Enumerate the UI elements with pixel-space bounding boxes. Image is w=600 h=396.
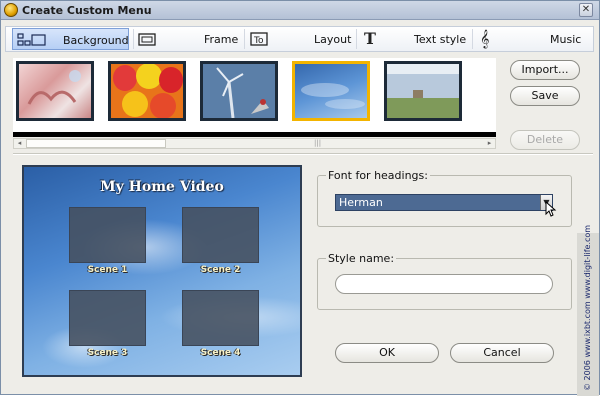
background-icon	[17, 33, 46, 46]
thumbnail-field[interactable]	[384, 61, 462, 121]
thumbnail-windmill[interactable]	[200, 61, 278, 121]
thumbnail-pink-bow-art	[27, 70, 81, 105]
title-bar[interactable]: Create Custom Menu ✕	[1, 1, 599, 20]
mouse-cursor-icon	[545, 201, 557, 217]
thumbnail-balloons-art	[111, 63, 183, 119]
thumbnail-field-art	[387, 64, 459, 118]
tab-separator	[356, 29, 357, 49]
copyright-watermark: © 2006 www.ixbt.com www.digit-life.com	[577, 224, 599, 396]
close-button[interactable]: ✕	[579, 3, 593, 17]
background-thumbnail-strip	[13, 58, 496, 135]
scene-thumbnail	[69, 290, 146, 346]
tab-layout[interactable]: To Layout	[246, 28, 352, 50]
tab-text-style[interactable]: T Text style	[358, 28, 468, 50]
scene-label: Scene 2	[200, 265, 241, 275]
tab-separator	[244, 29, 245, 49]
tab-bar: Background Frame To Layout T Text style	[5, 26, 594, 52]
scene-thumbnail	[182, 290, 259, 346]
tab-frame[interactable]: Frame	[134, 28, 240, 50]
cancel-button[interactable]: Cancel	[450, 343, 554, 363]
thumbnail-blue-sky-art	[301, 83, 365, 109]
layout-icon: To	[250, 32, 268, 46]
svg-text:To: To	[253, 36, 264, 46]
scene-thumbnail	[69, 207, 146, 263]
tab-separator	[472, 29, 473, 49]
save-button[interactable]: Save	[510, 86, 580, 106]
tab-layout-label: Layout	[314, 33, 352, 46]
frame-icon	[138, 33, 156, 46]
preview-title: My Home Video	[100, 179, 224, 195]
scene-label: Scene 3	[87, 348, 128, 358]
scrollbar-thumb[interactable]	[26, 139, 166, 148]
scene-label: Scene 4	[200, 348, 241, 358]
copyright-text: © 2006 www.ixbt.com www.digit-life.com	[583, 224, 592, 391]
menu-preview: My Home Video Scene 1 Scene 2 Scene 3 Sc…	[22, 165, 302, 377]
scrollbar-grip: |||	[314, 139, 322, 147]
font-for-headings-label: Font for headings:	[326, 169, 430, 182]
app-icon	[4, 3, 18, 17]
create-custom-menu-window: Create Custom Menu ✕ Background Frame To…	[0, 0, 600, 396]
thumbnail-scrollbar[interactable]: ◂ ||| ▸	[13, 138, 496, 149]
thumbnail-pink-bow[interactable]	[16, 61, 94, 121]
ok-button[interactable]: OK	[335, 343, 439, 363]
thumbnail-balloons[interactable]	[108, 61, 186, 121]
thumbnail-strip-underline	[13, 132, 496, 137]
scroll-right-icon[interactable]: ▸	[484, 139, 495, 148]
tab-text-style-label: Text style	[414, 33, 467, 46]
tab-background[interactable]: Background	[12, 28, 129, 50]
tab-frame-label: Frame	[204, 33, 239, 46]
thumbnail-windmill-art	[203, 64, 275, 119]
music-icon: 𝄞	[480, 29, 490, 48]
heading-font-select[interactable]: Herman ▼	[335, 194, 553, 211]
scene-thumbnail	[182, 207, 259, 263]
import-button[interactable]: Import...	[510, 60, 580, 80]
heading-font-value: Herman	[339, 196, 383, 209]
section-divider	[13, 153, 593, 155]
style-name-label: Style name:	[326, 252, 397, 265]
tab-background-label: Background	[63, 34, 129, 47]
scene-label: Scene 1	[87, 265, 128, 275]
tab-music[interactable]: 𝄞 Music	[474, 28, 592, 50]
window-title: Create Custom Menu	[22, 4, 152, 17]
scroll-left-icon[interactable]: ◂	[14, 139, 25, 148]
style-name-input[interactable]	[335, 274, 553, 294]
thumbnail-blue-sky[interactable]	[292, 61, 370, 121]
text-style-icon: T	[364, 29, 376, 48]
tab-music-label: Music	[550, 33, 582, 46]
delete-button[interactable]: Delete	[510, 130, 580, 150]
